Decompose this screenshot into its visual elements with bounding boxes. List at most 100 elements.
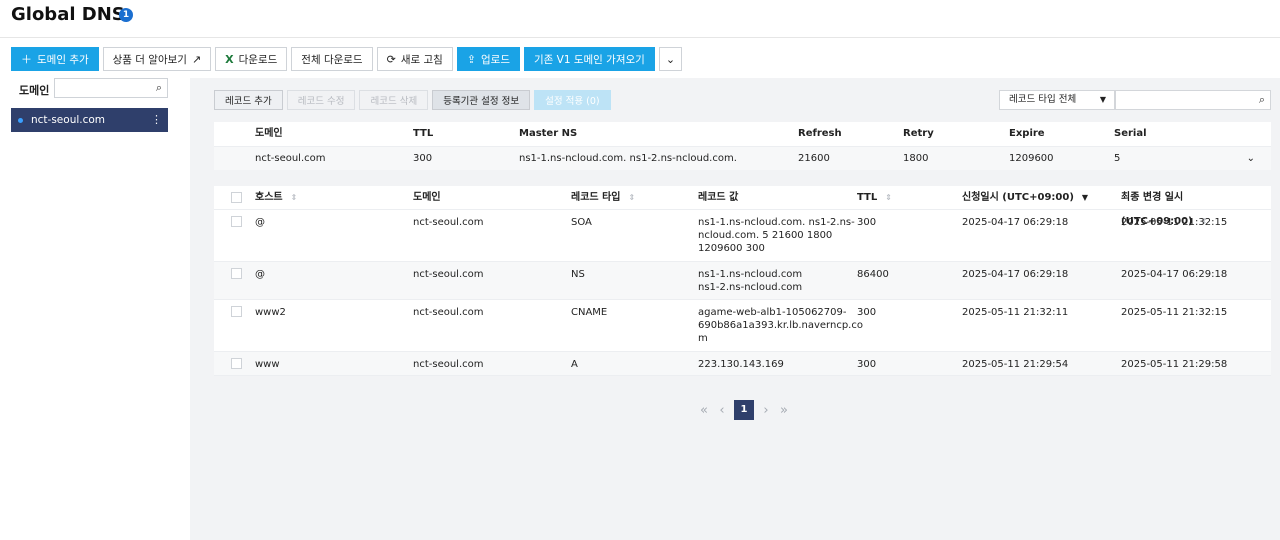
row-checkbox[interactable]: [231, 306, 242, 317]
prev-page-icon[interactable]: ‹: [716, 403, 728, 418]
col-created[interactable]: 신청일시 (UTC+09:00) ▼: [962, 186, 1088, 210]
main-panel: 레코드 추가 레코드 수정 레코드 삭제 등록기관 설정 정보 설정 적용 (0…: [190, 78, 1280, 540]
soa-master-ns: ns1-1.ns-ncloud.com. ns1-2.ns-ncloud.com…: [519, 153, 737, 164]
apply-settings-button[interactable]: 설정 적용 (0): [534, 90, 611, 110]
row-checkbox[interactable]: [231, 216, 242, 227]
upload-icon: ⇪: [466, 52, 477, 66]
table-row[interactable]: @ nct-seoul.com SOA 300 2025-04-17 06:29:18 2…: [214, 210, 1271, 262]
record-value: ns1-1.ns-ncloud.com. ns1-2.ns-ncloud.com…: [698, 216, 855, 255]
domain-name: nct-seoul.com: [31, 114, 106, 126]
record-type: A: [571, 359, 578, 370]
records-header-row: 호스트 ⇕ 도메인 레코드 타입 ⇕ 레코드 값 TTL ⇕ 신청일시 (UTC+09…: [214, 186, 1271, 227]
sort-desc-icon: ▼: [1081, 193, 1089, 202]
record-type: CNAME: [571, 307, 608, 318]
domain-sidebar: 도메인 ⌕ nct-seoul.com ⋮: [0, 78, 190, 540]
record-type: NS: [571, 269, 585, 280]
record-created: 2025-04-17 06:29:18: [962, 217, 1069, 228]
col-ttl[interactable]: TTL ⇕: [857, 186, 892, 210]
record-value: 223.130.143.169: [698, 358, 784, 371]
record-modified: 2025-05-11 21:32:15: [1121, 307, 1228, 318]
records-table: 호스트 ⇕ 도메인 레코드 타입 ⇕ 레코드 값 TTL ⇕ 신청일시 (UTC+09…: [214, 186, 1271, 376]
select-all-checkbox[interactable]: [231, 192, 242, 203]
soa-retry: 1800: [903, 153, 929, 164]
refresh-label: 새로 고침: [400, 53, 443, 66]
download-all-button[interactable]: 전체 다운로드: [291, 47, 373, 71]
sort-icon: ⇕: [885, 193, 892, 202]
delete-record-button[interactable]: 레코드 삭제: [359, 90, 429, 110]
refresh-icon: ⟳: [386, 52, 396, 66]
search-icon[interactable]: ⌕: [156, 81, 162, 95]
record-modified: 2025-05-11 21:29:58: [1121, 359, 1228, 370]
col-ttl-label: TTL: [857, 192, 878, 203]
download-all-label: 전체 다운로드: [301, 53, 363, 66]
record-created: 2025-04-17 06:29:18: [962, 269, 1069, 280]
table-row[interactable]: www nct-seoul.com A 300 2025-05-11 21:29:54 2…: [214, 352, 1271, 376]
soa-col-master-ns: Master NS: [519, 128, 578, 139]
soa-col-serial: Serial: [1114, 128, 1147, 139]
soa-refresh: 21600: [798, 153, 830, 164]
col-domain: 도메인: [413, 192, 441, 203]
learn-more-button[interactable]: 상품 더 알아보기 ↗: [102, 47, 212, 71]
last-page-icon[interactable]: »: [778, 403, 790, 418]
record-host: @: [255, 217, 265, 228]
record-value: ns1-1.ns-ncloud.com ns1-2.ns-ncloud.com: [698, 268, 802, 294]
count-badge: 1: [119, 8, 133, 22]
kebab-menu-icon[interactable]: ⋮: [151, 108, 162, 132]
expand-chevron-icon[interactable]: ⌄: [1247, 147, 1255, 171]
domain-search-input[interactable]: ⌕: [54, 78, 168, 98]
soa-table: 도메인 TTL Master NS Refresh Retry Expire S…: [214, 122, 1271, 170]
excel-icon: X: [225, 52, 234, 66]
first-page-icon[interactable]: «: [698, 403, 710, 418]
add-domain-button[interactable]: ＋ 도메인 추가: [11, 47, 99, 71]
row-checkbox[interactable]: [231, 358, 242, 369]
record-domain: nct-seoul.com: [413, 307, 484, 318]
current-page[interactable]: 1: [734, 400, 754, 420]
upload-button[interactable]: ⇪ 업로드: [456, 47, 520, 71]
toolbar: ＋ 도메인 추가 상품 더 알아보기 ↗ X 다운로드 전체 다운로드 ⟳ 새로…: [11, 47, 683, 71]
plus-icon: ＋: [21, 53, 32, 66]
sidebar-label: 도메인: [19, 84, 50, 97]
record-ttl: 300: [857, 359, 877, 370]
sidebar-item-domain[interactable]: nct-seoul.com ⋮: [11, 108, 168, 132]
more-dropdown-button[interactable]: ⌄: [658, 47, 683, 71]
edit-record-button[interactable]: 레코드 수정: [286, 90, 356, 110]
search-icon[interactable]: ⌕: [1259, 93, 1265, 107]
record-domain: nct-seoul.com: [413, 269, 484, 280]
refresh-button[interactable]: ⟳ 새로 고침: [376, 47, 453, 71]
record-value-line: ns1-1.ns-ncloud.com: [698, 269, 803, 280]
record-domain: nct-seoul.com: [413, 217, 484, 228]
col-host[interactable]: 호스트 ⇕: [255, 186, 297, 210]
col-host-label: 호스트: [255, 192, 283, 203]
import-v1-label: 기존 V1 도메인 가져오기: [534, 53, 645, 66]
col-value: 레코드 값: [698, 192, 739, 203]
add-record-button[interactable]: 레코드 추가: [214, 90, 283, 110]
record-host: www: [255, 359, 280, 370]
record-value-line: m: [698, 333, 708, 344]
col-type[interactable]: 레코드 타입 ⇕: [571, 186, 635, 210]
download-button[interactable]: X 다운로드: [215, 47, 288, 71]
record-value-line: agame-web-alb1-105062709-: [698, 307, 847, 318]
record-search-input[interactable]: ⌕: [1115, 90, 1271, 110]
soa-col-ttl: TTL: [413, 128, 434, 139]
table-row[interactable]: www2 nct-seoul.com CNAME 300 2025-05-11 21:3…: [214, 300, 1271, 352]
registrar-info-button[interactable]: 등록기관 설정 정보: [432, 90, 531, 110]
record-actions: 레코드 추가 레코드 수정 레코드 삭제 등록기관 설정 정보 설정 적용 (0…: [214, 90, 611, 110]
next-page-icon[interactable]: ›: [760, 403, 772, 418]
upload-label: 업로드: [481, 53, 510, 66]
chevron-down-icon: ⌄: [665, 52, 676, 66]
record-value-line: 1209600 300: [698, 243, 765, 254]
record-modified: 2025-04-17 06:29:18: [1121, 269, 1228, 280]
pagination: « ‹ 1 › »: [698, 400, 790, 420]
soa-ttl: 300: [413, 153, 433, 164]
row-checkbox[interactable]: [231, 268, 242, 279]
col-type-label: 레코드 타입: [571, 192, 621, 203]
active-dot-icon: [18, 118, 23, 123]
record-value: agame-web-alb1-105062709- 690b86a1a393.kr…: [698, 306, 863, 345]
table-row[interactable]: @ nct-seoul.com NS 86400 2025-04-17 06:29:18…: [214, 262, 1271, 300]
soa-row[interactable]: nct-seoul.com 300 ns1-1.ns-ncloud.com. n…: [214, 146, 1271, 170]
import-v1-button[interactable]: 기존 V1 도메인 가져오기: [524, 47, 655, 71]
record-modified: 2025-05-11 21:32:15: [1121, 217, 1228, 228]
record-host: @: [255, 269, 265, 280]
record-type-select[interactable]: 레코드 타입 전체 ▼: [999, 90, 1115, 110]
download-label: 다운로드: [238, 53, 278, 66]
